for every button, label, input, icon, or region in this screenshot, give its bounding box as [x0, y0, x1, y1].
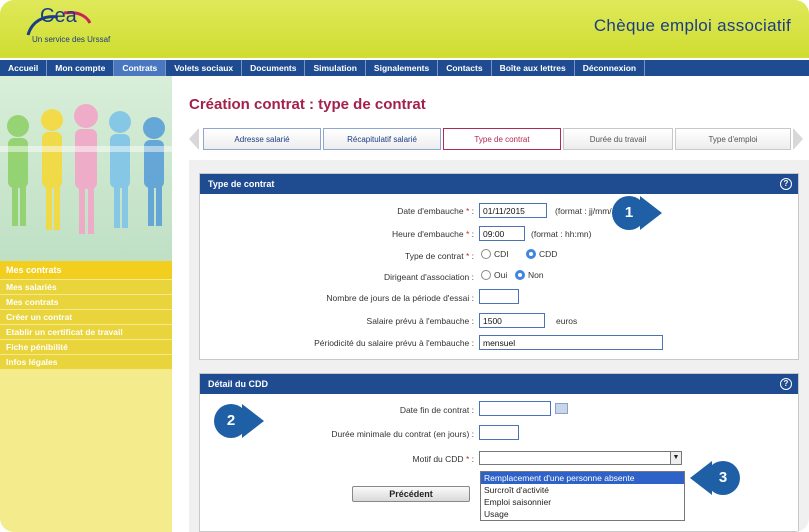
- panel-type-contrat-header: Type de contrat ?: [200, 174, 798, 194]
- logo-subtitle: Un service des Urssaf: [32, 35, 111, 44]
- step-adresse-salarie[interactable]: Adresse salarié: [203, 128, 321, 150]
- callout-1-number: 1: [612, 196, 646, 230]
- motif-cdd-dropdown: Remplacement d'une personne absente Surc…: [480, 471, 685, 521]
- sidebar: Mes contrats Mes salariés Mes contrats C…: [0, 76, 172, 532]
- heure-embauche-label: Heure d'embauche * :: [392, 229, 474, 239]
- motif-cdd-label: Motif du CDD * :: [412, 454, 474, 464]
- sidebar-item-certificat-travail[interactable]: Etablir un certificat de travail: [0, 325, 172, 340]
- header: Cea Un service des Urssaf Chèque emploi …: [0, 0, 809, 58]
- motif-option[interactable]: Surcroît d'activité: [481, 484, 684, 496]
- salaire-label: Salaire prévu à l'embauche :: [366, 316, 474, 326]
- app-title: Chèque emploi associatif: [593, 16, 791, 35]
- nav-signalements[interactable]: Signalements: [366, 60, 439, 76]
- essai-label: Nombre de jours de la période d'essai :: [326, 293, 474, 303]
- heure-format-hint: (format : hh:mn): [531, 229, 592, 239]
- heure-embauche-input[interactable]: [479, 226, 525, 241]
- duree-minimale-label: Durée minimale du contrat (en jours) :: [331, 429, 474, 439]
- date-embauche-label: Date d'embauche * :: [397, 206, 474, 216]
- nav-deconnexion[interactable]: Déconnexion: [575, 60, 646, 76]
- cea-logo[interactable]: Cea Un service des Urssaf: [22, 3, 162, 55]
- sidebar-item-mes-contrats[interactable]: Mes contrats: [0, 295, 172, 310]
- panel-detail-cdd-title: Détail du CDD: [208, 379, 269, 389]
- nav-mon-compte[interactable]: Mon compte: [47, 60, 115, 76]
- motif-option[interactable]: Remplacement d'une personne absente: [481, 472, 684, 484]
- step-type-emploi[interactable]: Type d'emploi: [675, 128, 791, 150]
- panel-type-contrat-title: Type de contrat: [208, 179, 275, 189]
- previous-button[interactable]: Précédent: [352, 486, 470, 502]
- logo-text: Cea: [40, 5, 77, 27]
- callout-3: 3: [690, 461, 740, 495]
- motif-option[interactable]: Emploi saisonnier: [481, 496, 684, 508]
- nav-simulation[interactable]: Simulation: [305, 60, 366, 76]
- callout-1: 1: [612, 196, 662, 230]
- app-window: Cea Un service des Urssaf Chèque emploi …: [0, 0, 809, 532]
- help-icon[interactable]: ?: [780, 378, 792, 390]
- steps-next-arrow-icon: [793, 128, 803, 150]
- chevron-down-icon: ▼: [670, 452, 681, 464]
- sidebar-item-mes-salaries[interactable]: Mes salariés: [0, 280, 172, 295]
- radio-oui-dot: [481, 270, 491, 280]
- radio-cdd-dot: [526, 249, 536, 259]
- radio-cdi[interactable]: CDI: [481, 249, 509, 259]
- panel-detail-cdd-header: Détail du CDD ?: [200, 374, 798, 394]
- nav-documents[interactable]: Documents: [242, 60, 306, 76]
- nav-volets-sociaux[interactable]: Volets sociaux: [166, 60, 243, 76]
- callout-3-number: 3: [706, 461, 740, 495]
- help-icon[interactable]: ?: [780, 178, 792, 190]
- date-embauche-input[interactable]: [479, 203, 547, 218]
- page-title: Création contrat : type de contrat: [189, 96, 426, 113]
- radio-non-dot: [515, 270, 525, 280]
- sidebar-item-fiche-penibilite[interactable]: Fiche pénibilité: [0, 340, 172, 355]
- nav-accueil[interactable]: Accueil: [0, 60, 48, 76]
- calendar-icon[interactable]: [555, 403, 568, 414]
- salaire-input[interactable]: [479, 313, 545, 328]
- date-fin-label: Date fin de contrat :: [399, 405, 474, 415]
- sidebar-item-infos-legales[interactable]: Infos légales: [0, 355, 172, 370]
- duree-minimale-input[interactable]: [479, 425, 519, 440]
- radio-non[interactable]: Non: [515, 270, 544, 280]
- panel-type-contrat: Type de contrat ?: [199, 173, 799, 360]
- step-recapitulatif-salarie[interactable]: Récapitulatif salarié: [323, 128, 441, 150]
- people-banner-image: [0, 76, 172, 261]
- radio-oui[interactable]: Oui: [481, 270, 507, 280]
- callout-2: 2: [214, 404, 264, 438]
- sidebar-links: Mes salariés Mes contrats Créer un contr…: [0, 280, 172, 370]
- salaire-unit: euros: [556, 316, 578, 326]
- step-duree-du-travail[interactable]: Durée du travail: [563, 128, 673, 150]
- nav-boite-aux-lettres[interactable]: Boîte aux lettres: [492, 60, 575, 76]
- essai-input[interactable]: [479, 289, 519, 304]
- dirigeant-label: Dirigeant d'association :: [384, 272, 474, 282]
- periodicite-input[interactable]: [479, 335, 663, 350]
- sidebar-item-creer-contrat[interactable]: Créer un contrat: [0, 310, 172, 325]
- radio-cdi-dot: [481, 249, 491, 259]
- main-nav: Accueil Mon compte Contrats Volets socia…: [0, 60, 809, 76]
- motif-option[interactable]: Usage: [481, 508, 684, 520]
- step-type-de-contrat[interactable]: Type de contrat: [443, 128, 561, 150]
- type-contrat-label: Type de contrat * :: [404, 251, 474, 261]
- date-fin-input[interactable]: [479, 401, 551, 416]
- steps-prev-arrow-icon: [189, 128, 199, 150]
- radio-cdd[interactable]: CDD: [526, 249, 557, 259]
- callout-2-number: 2: [214, 404, 248, 438]
- sidebar-title: Mes contrats: [0, 261, 172, 279]
- motif-cdd-select[interactable]: ▼: [479, 451, 682, 465]
- periodicite-label: Périodicité du salaire prévu à l'embauch…: [314, 338, 474, 348]
- nav-contacts[interactable]: Contacts: [438, 60, 492, 76]
- wizard-steps: Adresse salarié Récapitulatif salarié Ty…: [203, 128, 793, 150]
- nav-contrats[interactable]: Contrats: [114, 60, 167, 76]
